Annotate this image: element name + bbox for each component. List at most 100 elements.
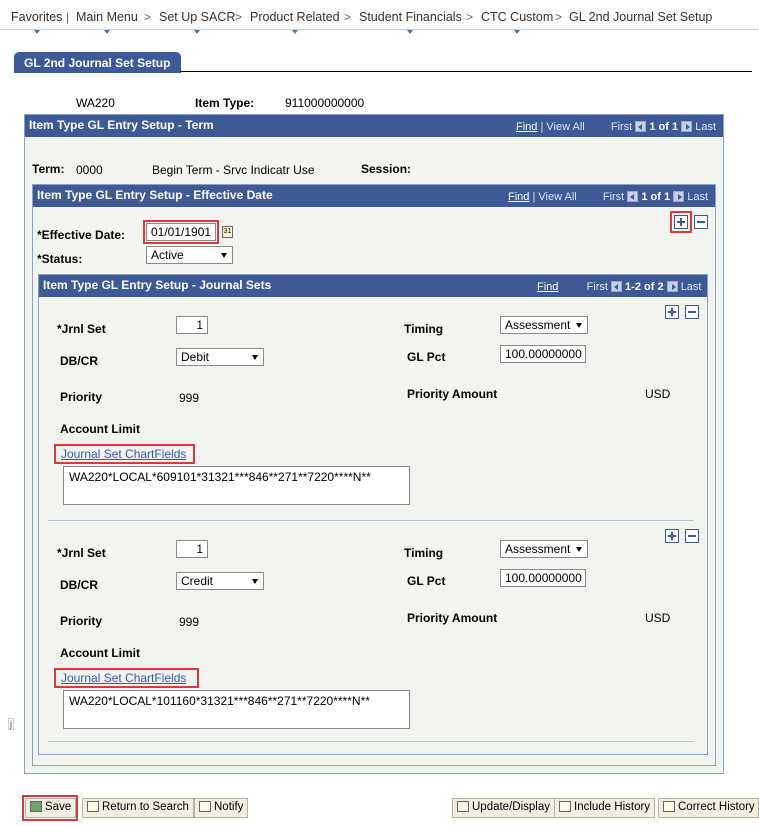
- highlight-box: [22, 795, 78, 821]
- nav-product-related[interactable]: Product Related: [250, 10, 340, 34]
- correct-history-button[interactable]: Correct History: [658, 798, 759, 818]
- setid-value: WA220: [76, 96, 115, 110]
- account-limit-label: Account Limit: [60, 422, 140, 436]
- highlight-box: [54, 444, 195, 464]
- return-to-search-button[interactable]: Return to Search: [82, 798, 194, 818]
- status-select[interactable]: Active: [146, 246, 233, 264]
- nav-divider: |: [540, 121, 544, 133]
- dbcr-select[interactable]: Debit: [176, 348, 264, 366]
- gl-pct-input[interactable]: 100.00000000: [500, 345, 586, 363]
- chartfields-textarea[interactable]: WA220*LOCAL*609101*31321***846**271**722…: [63, 466, 410, 505]
- jrnl-set-input[interactable]: 1: [176, 540, 208, 558]
- chevron-down-icon: [576, 547, 582, 552]
- effdt-grid-nav: Find | View All First 1 of 1 Last: [508, 191, 708, 203]
- term-grid-title: Item Type GL Entry Setup - Term: [29, 118, 214, 132]
- divider: [180, 71, 752, 72]
- delete-journal-row-button[interactable]: [685, 305, 699, 319]
- timing-label: Timing: [404, 322, 444, 336]
- last-label: Last: [687, 191, 709, 203]
- nav-main-menu[interactable]: Main Menu: [76, 10, 138, 34]
- effective-date-label: *Effective Date:: [37, 228, 126, 242]
- priority-label: Priority: [60, 390, 103, 404]
- timing-label: Timing: [404, 546, 444, 560]
- chartfields-textarea[interactable]: WA220*LOCAL*101160*31321***846**271**722…: [63, 690, 410, 729]
- status-label: *Status:: [37, 252, 83, 266]
- journal-grid-nav: Find First 1-2 of 2 Last: [537, 281, 701, 293]
- term-grid-header: Item Type GL Entry Setup - Term Find | V…: [25, 115, 723, 137]
- nav-separator: >: [235, 10, 243, 24]
- nav-separator: >: [466, 10, 474, 24]
- add-journal-row-button[interactable]: [665, 529, 679, 543]
- nav-favorites[interactable]: Favorites: [11, 10, 62, 34]
- currency-code: USD: [645, 387, 671, 401]
- next-icon[interactable]: [673, 191, 685, 202]
- first-label: First: [602, 191, 625, 203]
- chevron-down-icon: [291, 30, 298, 34]
- term-value: 0000: [76, 163, 103, 177]
- timing-select[interactable]: Assessment: [500, 316, 588, 334]
- nav-ctc-custom[interactable]: CTC Custom: [481, 10, 553, 34]
- priority-amount-label: Priority Amount: [407, 611, 498, 625]
- currency-code: USD: [645, 611, 671, 625]
- row-count: 1 of 1: [649, 121, 679, 133]
- update-display-button[interactable]: Update/Display: [452, 798, 555, 818]
- find-link[interactable]: Find: [508, 191, 529, 203]
- dbcr-select[interactable]: Credit: [176, 572, 264, 590]
- include-history-icon: [559, 801, 571, 812]
- nav-student-financials[interactable]: Student Financials: [359, 10, 462, 34]
- nav-set-up-sacr[interactable]: Set Up SACR: [159, 10, 235, 34]
- chevron-down-icon: [576, 323, 582, 328]
- chevron-down-icon: [194, 30, 201, 34]
- find-link[interactable]: Find: [537, 281, 558, 293]
- nav-separator: |: [66, 10, 70, 24]
- journal-grid-title: Item Type GL Entry Setup - Journal Sets: [43, 278, 272, 292]
- previous-icon[interactable]: [627, 191, 639, 202]
- chevron-down-icon: [103, 30, 110, 34]
- update-display-icon: [457, 801, 469, 812]
- add-journal-row-button[interactable]: [665, 305, 679, 319]
- search-icon: [87, 801, 99, 812]
- gl-pct-label: GL Pct: [407, 350, 446, 364]
- priority-value: 999: [179, 391, 200, 405]
- chevron-down-icon: [514, 30, 521, 34]
- nav-separator: >: [344, 10, 352, 24]
- dbcr-label: DB/CR: [60, 578, 98, 592]
- include-history-button[interactable]: Include History: [554, 798, 656, 818]
- side-marker[interactable]: j: [8, 718, 14, 730]
- last-label: Last: [680, 281, 702, 293]
- nav-separator: >: [144, 10, 152, 24]
- highlight-box: [54, 668, 199, 688]
- row-divider: [48, 520, 694, 521]
- effdt-grid-header: Item Type GL Entry Setup - Effective Dat…: [33, 185, 715, 207]
- effdt-grid-title: Item Type GL Entry Setup - Effective Dat…: [37, 188, 273, 202]
- next-icon[interactable]: [666, 281, 678, 292]
- term-label: Term:: [32, 162, 65, 176]
- chevron-down-icon: [252, 355, 258, 360]
- page-tab[interactable]: GL 2nd Journal Set Setup: [14, 52, 181, 73]
- delete-row-button[interactable]: [694, 215, 708, 229]
- timing-select[interactable]: Assessment: [500, 540, 588, 558]
- session-label: Session:: [361, 162, 412, 176]
- calendar-icon[interactable]: 31: [222, 226, 233, 238]
- next-icon[interactable]: [681, 121, 693, 132]
- nav-separator: >: [555, 10, 563, 24]
- notify-button[interactable]: Notify: [194, 798, 249, 818]
- view-all-link[interactable]: View All: [546, 121, 584, 133]
- view-all-link[interactable]: View All: [538, 191, 576, 203]
- term-description: Begin Term - Srvc Indicatr Use: [152, 163, 315, 177]
- jrnl-set-input[interactable]: 1: [176, 316, 208, 334]
- chevron-down-icon: [33, 30, 40, 34]
- previous-icon[interactable]: [610, 281, 622, 292]
- find-link[interactable]: Find: [516, 121, 537, 133]
- first-label: First: [610, 121, 633, 133]
- gl-pct-input[interactable]: 100.00000000: [500, 569, 586, 587]
- dbcr-label: DB/CR: [60, 354, 98, 368]
- item-type-label: Item Type:: [195, 96, 255, 110]
- delete-journal-row-button[interactable]: [685, 529, 699, 543]
- row-count: 1-2 of 2: [625, 281, 664, 293]
- chevron-down-icon: [221, 253, 227, 258]
- jrnl-set-label: *Jrnl Set: [57, 546, 106, 560]
- previous-icon[interactable]: [635, 121, 647, 132]
- row-divider: [48, 741, 694, 742]
- item-type-value: 911000000000: [285, 96, 365, 110]
